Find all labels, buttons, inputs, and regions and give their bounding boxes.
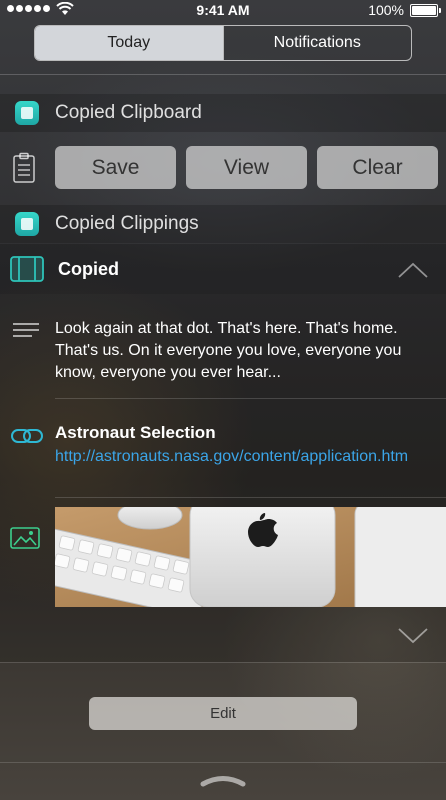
text-clipping[interactable]: Look again at that dot. That's here. Tha…: [55, 318, 440, 384]
status-bar: 9:41 AM 100%: [0, 0, 446, 20]
card-title: Copied: [58, 259, 119, 279]
divider: [55, 497, 446, 498]
battery-percentage: 100%: [368, 2, 404, 18]
link-icon: [11, 427, 43, 450]
image-clipping[interactable]: [55, 507, 446, 607]
divider: [55, 398, 446, 399]
tab-notifications[interactable]: Notifications: [222, 26, 412, 60]
tab-today[interactable]: Today: [35, 26, 223, 60]
view-button[interactable]: View: [186, 146, 307, 189]
clear-button[interactable]: Clear: [317, 146, 438, 189]
chevron-up-icon[interactable]: [398, 262, 428, 283]
list-icon: [10, 256, 44, 287]
clippings-widget-title: Copied Clippings: [55, 213, 199, 234]
clipboard-icon: [12, 152, 36, 189]
edit-button[interactable]: Edit: [89, 697, 357, 730]
desk-photo: [55, 507, 446, 607]
copied-app-icon: [15, 212, 39, 236]
divider: [0, 662, 446, 663]
link-clipping-title[interactable]: Astronaut Selection: [55, 423, 216, 443]
battery-icon: [410, 4, 441, 17]
clipboard-widget-header[interactable]: Copied Clipboard: [0, 94, 446, 132]
divider: [0, 762, 446, 763]
divider: [0, 74, 446, 75]
clipboard-widget-title: Copied Clipboard: [55, 102, 202, 123]
clippings-widget-header[interactable]: Copied Clippings: [0, 205, 446, 243]
text-lines-icon: [12, 322, 40, 343]
today-notifications-segmented-control: Today Notifications: [34, 25, 412, 61]
chevron-down-icon[interactable]: [398, 628, 428, 649]
clippings-card-header[interactable]: Copied: [0, 244, 446, 294]
save-button[interactable]: Save: [55, 146, 176, 189]
link-clipping-url[interactable]: http://astronauts.nasa.gov/content/appli…: [55, 446, 430, 468]
copied-app-icon: [15, 101, 39, 125]
grabber-handle-icon[interactable]: [200, 772, 246, 793]
image-icon: [10, 527, 40, 554]
clipboard-actions-row: Save View Clear: [0, 140, 446, 200]
